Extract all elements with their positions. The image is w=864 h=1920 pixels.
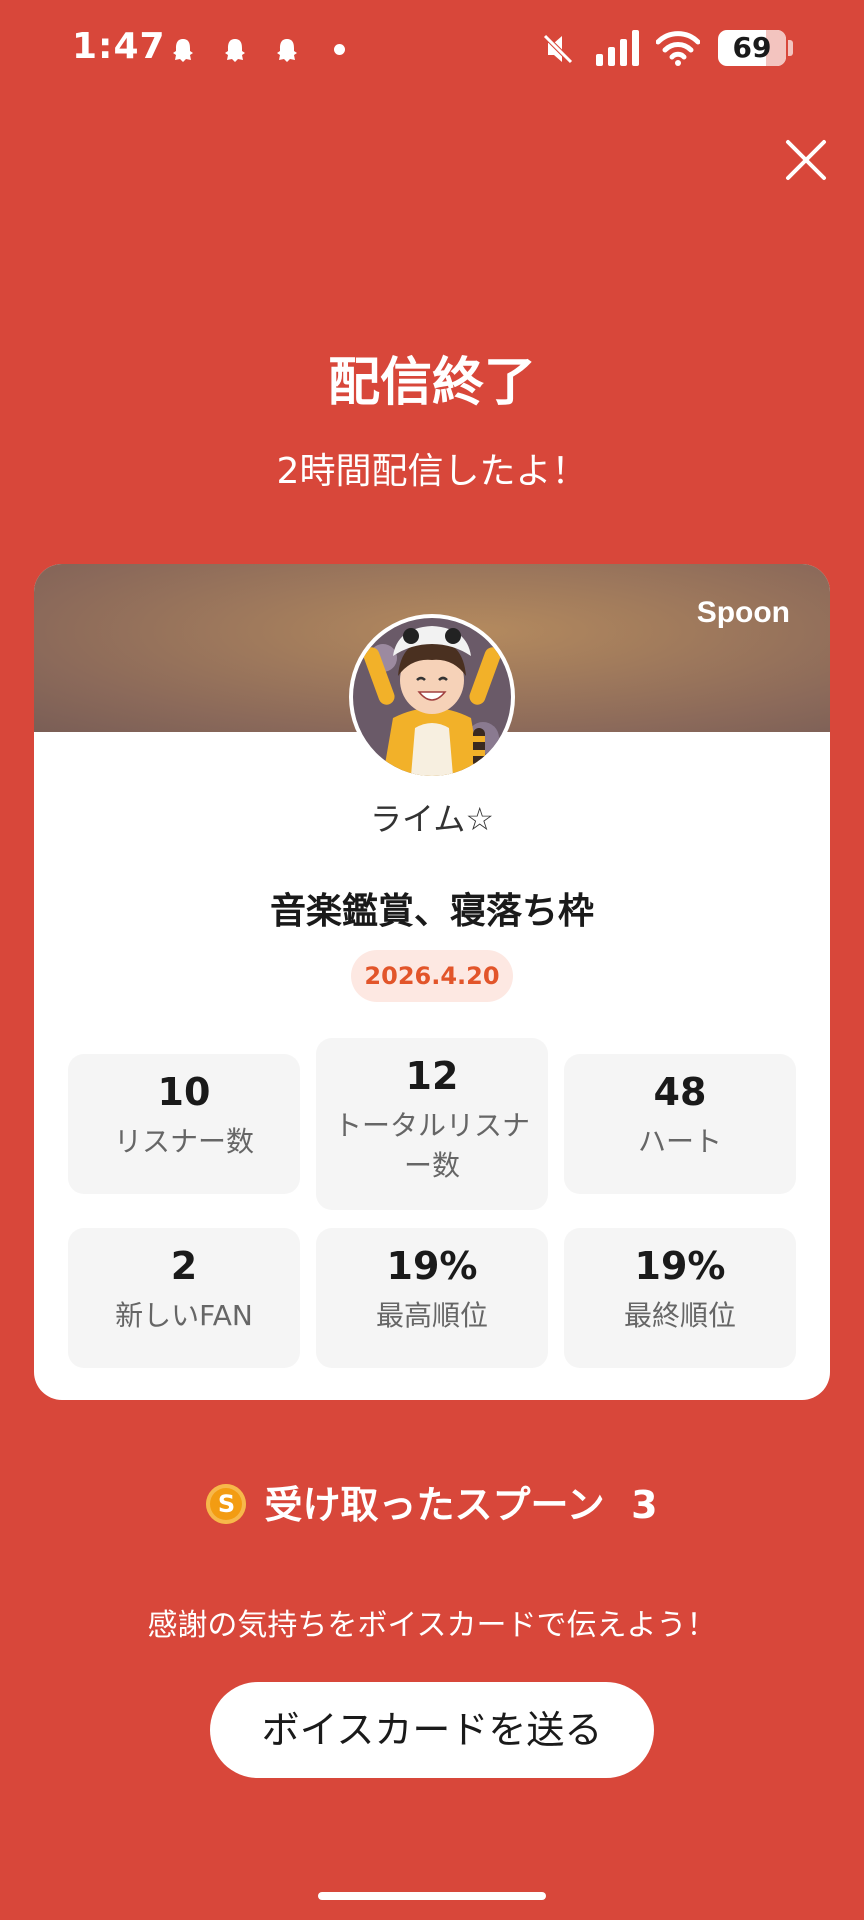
broadcast-summary-card: Spoon ライム☆ 音楽鑑賞、寝落ち枠 2026.4.20 10 リスナー数 … (34, 564, 830, 1400)
stat-label: 最高順位 (375, 1299, 488, 1332)
avatar-image (353, 618, 511, 776)
vibrate-mute-icon (543, 34, 573, 64)
send-voice-card-button[interactable]: ボイスカードを送る (210, 1682, 654, 1778)
stat-label: リスナー数 (113, 1125, 254, 1158)
stream-title: 音楽鑑賞、寝落ち枠 (269, 891, 594, 932)
snapchat-notification-icon (173, 39, 193, 62)
stat-value: 19% (386, 1244, 478, 1288)
stat-listeners: 10 リスナー数 (68, 1054, 300, 1194)
status-bar: 1:47 69 (0, 0, 864, 100)
spoons-count: 3 (631, 1483, 658, 1527)
battery-cap (788, 40, 793, 56)
more-notifications-dot (334, 44, 345, 55)
stat-new-fans: 2 新しいFAN (68, 1228, 300, 1368)
spoon-coin-icon: S (206, 1483, 247, 1524)
page-title: 配信終了 (327, 353, 536, 413)
stat-total-listeners: 12 トータルリスナー数 (316, 1038, 548, 1210)
signal-icon (596, 30, 639, 66)
status-time: 1:47 (72, 26, 166, 67)
spoons-label: 受け取ったスプーン (264, 1483, 605, 1527)
stat-label: ハート (637, 1125, 722, 1158)
voice-card-message: 感謝の気持ちをボイスカードで伝えよう！ (147, 1608, 717, 1643)
battery-indicator: 69 (718, 30, 786, 66)
stat-value: 19% (634, 1244, 726, 1288)
avatar[interactable] (349, 614, 515, 780)
broadcast-date-badge: 2026.4.20 (351, 950, 513, 1002)
close-icon[interactable] (784, 138, 828, 182)
stat-label: トータルリスナー数 (333, 1109, 530, 1182)
spoons-received: S 受け取ったスプーン 3 (0, 1474, 864, 1529)
spoon-logo: Spoon (696, 596, 790, 629)
stat-value: 10 (157, 1070, 211, 1114)
stat-value: 2 (170, 1244, 198, 1288)
page-subtitle: 2時間配信したよ！ (276, 451, 588, 492)
snapchat-notification-icon (225, 39, 245, 62)
stat-label: 新しいFAN (115, 1299, 253, 1332)
wifi-icon (656, 31, 700, 66)
stat-value: 12 (405, 1054, 459, 1098)
username: ライム☆ (369, 800, 495, 838)
stat-hearts: 48 ハート (564, 1054, 796, 1194)
snapchat-notification-icon (277, 39, 297, 62)
stat-value: 48 (653, 1070, 707, 1114)
stat-final-rank: 19% 最終順位 (564, 1228, 796, 1368)
home-indicator[interactable] (318, 1892, 546, 1900)
stat-highest-rank: 19% 最高順位 (316, 1228, 548, 1368)
stat-label: 最終順位 (623, 1299, 736, 1332)
